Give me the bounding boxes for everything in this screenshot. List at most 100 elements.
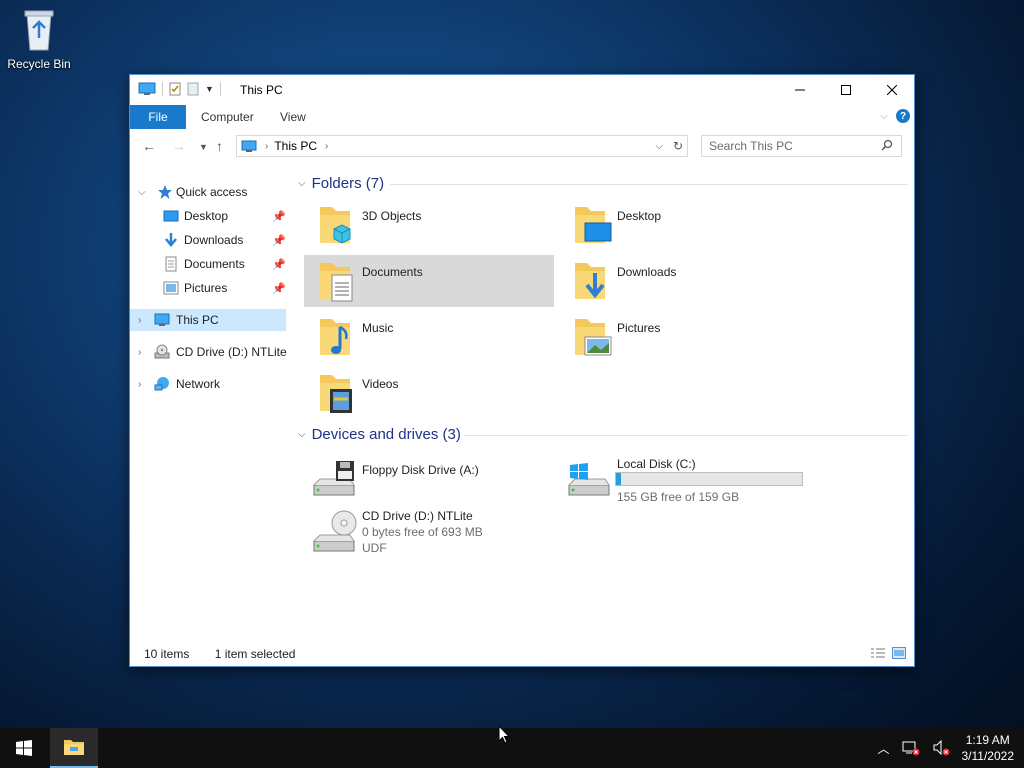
collapse-chevron-icon[interactable]: ⌵ <box>298 429 306 440</box>
windows-logo-icon <box>16 740 32 756</box>
folder-documents[interactable]: Documents <box>304 255 554 307</box>
show-hidden-icons-icon[interactable]: ︿ <box>877 740 889 757</box>
this-pc-address-icon <box>241 140 257 152</box>
drive-local-c[interactable]: Local Disk (C:) 155 GB free of 159 GB <box>559 453 809 505</box>
collapse-chevron-icon[interactable]: ⌵ <box>138 187 146 198</box>
new-folder-icon[interactable] <box>187 82 199 96</box>
tab-file[interactable]: File <box>130 105 186 129</box>
group-divider <box>464 435 908 436</box>
address-dropdown-icon[interactable]: ⌵ <box>655 141 663 152</box>
folder-music[interactable]: Music <box>304 311 554 363</box>
refresh-icon[interactable]: ↻ <box>673 139 683 153</box>
window-title: This PC <box>240 83 283 97</box>
forward-icon[interactable]: → <box>172 138 186 154</box>
back-icon[interactable]: ← <box>142 138 156 154</box>
tab-computer[interactable]: Computer <box>187 105 268 129</box>
floppy-drive-icon <box>313 461 355 496</box>
folder-name: Documents <box>362 265 423 279</box>
documents-icon <box>165 256 177 272</box>
star-icon <box>158 185 172 199</box>
search-box[interactable] <box>701 135 902 157</box>
nav-quick-access[interactable]: ⌵ Quick access <box>130 181 288 203</box>
folders-group-label: Folders (7) <box>311 175 385 192</box>
folder-name: Downloads <box>617 265 677 279</box>
folder-3d-objects[interactable]: 3D Objects <box>304 199 554 251</box>
recycle-bin-desktop-icon[interactable]: Recycle Bin <box>4 8 74 71</box>
nav-downloads[interactable]: Downloads 📌 <box>130 229 288 251</box>
nav-pictures[interactable]: Pictures 📌 <box>130 277 288 299</box>
expand-ribbon-icon[interactable]: ⌵ <box>880 111 888 122</box>
drive-free-space: 0 bytes free of 693 MB <box>362 525 483 539</box>
large-icons-view-icon[interactable] <box>892 647 906 659</box>
drive-floppy[interactable]: Floppy Disk Drive (A:) <box>304 453 554 505</box>
expand-chevron-icon[interactable]: › <box>138 347 141 358</box>
collapse-chevron-icon[interactable]: ⌵ <box>298 178 306 189</box>
title-bar[interactable]: ▼ This PC <box>130 75 914 105</box>
folder-videos[interactable]: Videos <box>304 367 554 419</box>
taskbar-file-explorer[interactable] <box>50 728 98 768</box>
nav-desktop[interactable]: Desktop 📌 <box>130 205 288 227</box>
search-icon[interactable] <box>881 139 893 154</box>
nav-this-pc[interactable]: › This PC <box>130 309 286 331</box>
folder-name: Pictures <box>617 321 661 335</box>
folder-desktop[interactable]: Desktop <box>559 199 809 251</box>
close-button[interactable] <box>869 75 915 105</box>
pin-icon[interactable]: 📌 <box>272 258 286 271</box>
breadcrumb-this-pc[interactable]: This PC <box>274 139 317 153</box>
downloads-icon <box>165 233 177 247</box>
nav-network-label: Network <box>176 377 221 391</box>
folder-videos-icon <box>320 375 352 413</box>
folders-group-header[interactable]: ⌵ Folders (7) <box>298 175 384 192</box>
expand-chevron-icon[interactable]: › <box>138 379 141 390</box>
file-explorer-icon <box>64 740 84 755</box>
nav-documents[interactable]: Documents 📌 <box>130 253 288 275</box>
help-icon[interactable]: ? <box>896 109 910 123</box>
pin-icon[interactable]: 📌 <box>272 234 286 247</box>
cd-drive-icon <box>154 344 170 359</box>
drive-name: Floppy Disk Drive (A:) <box>362 463 479 477</box>
start-button[interactable] <box>0 728 48 768</box>
nav-downloads-label: Downloads <box>184 233 244 247</box>
folder-name: Videos <box>362 377 399 391</box>
selection-count: 1 item selected <box>214 647 296 661</box>
breadcrumb-chevron-icon[interactable]: › <box>325 141 328 152</box>
network-icon <box>154 377 169 391</box>
expand-chevron-icon[interactable]: › <box>138 315 141 326</box>
minimize-button[interactable] <box>777 75 823 105</box>
pin-icon[interactable]: 📌 <box>272 282 286 295</box>
this-pc-icon <box>138 82 156 95</box>
customize-qat-icon[interactable]: ▼ <box>205 84 214 94</box>
ribbon-tabs: File Computer View <box>130 105 914 129</box>
minimize-icon <box>795 89 805 91</box>
close-icon <box>887 85 897 95</box>
devices-group-header[interactable]: ⌵ Devices and drives (3) <box>298 426 461 443</box>
folder-pictures-icon <box>575 319 612 356</box>
recycle-bin-label: Recycle Bin <box>7 57 71 71</box>
view-toggle <box>870 647 906 659</box>
pin-icon[interactable]: 📌 <box>272 210 286 223</box>
properties-icon[interactable] <box>169 82 181 96</box>
mouse-cursor-icon <box>498 725 510 744</box>
volume-muted-icon[interactable] <box>932 740 950 756</box>
nav-network[interactable]: › Network <box>130 373 288 395</box>
folder-downloads[interactable]: Downloads <box>559 255 809 307</box>
nav-documents-label: Documents <box>184 257 245 271</box>
details-view-icon[interactable] <box>870 647 886 659</box>
address-bar[interactable]: › This PC › ⌵ ↻ <box>236 135 688 157</box>
ribbon-controls: ⌵ ? <box>880 109 910 123</box>
folder-3d-objects-icon <box>320 207 351 244</box>
disk-usage-bar <box>615 472 803 486</box>
maximize-button[interactable] <box>823 75 869 105</box>
folder-pictures[interactable]: Pictures <box>559 311 809 363</box>
drive-cd-d[interactable]: CD Drive (D:) NTLite 0 bytes free of 693… <box>304 505 554 561</box>
breadcrumb-chevron-icon[interactable]: › <box>265 141 268 152</box>
nav-cd-drive[interactable]: › CD Drive (D:) NTLite <box>130 341 288 363</box>
up-icon[interactable]: ↑ <box>216 138 223 154</box>
recent-locations-icon[interactable]: ▼ <box>199 142 208 152</box>
quick-access-toolbar: ▼ <box>138 82 221 96</box>
tab-view[interactable]: View <box>266 105 320 129</box>
maximize-icon <box>841 85 851 95</box>
network-status-icon[interactable] <box>902 740 920 756</box>
search-input[interactable] <box>709 139 869 153</box>
clock[interactable]: 1:19 AM 3/11/2022 <box>962 732 1015 764</box>
